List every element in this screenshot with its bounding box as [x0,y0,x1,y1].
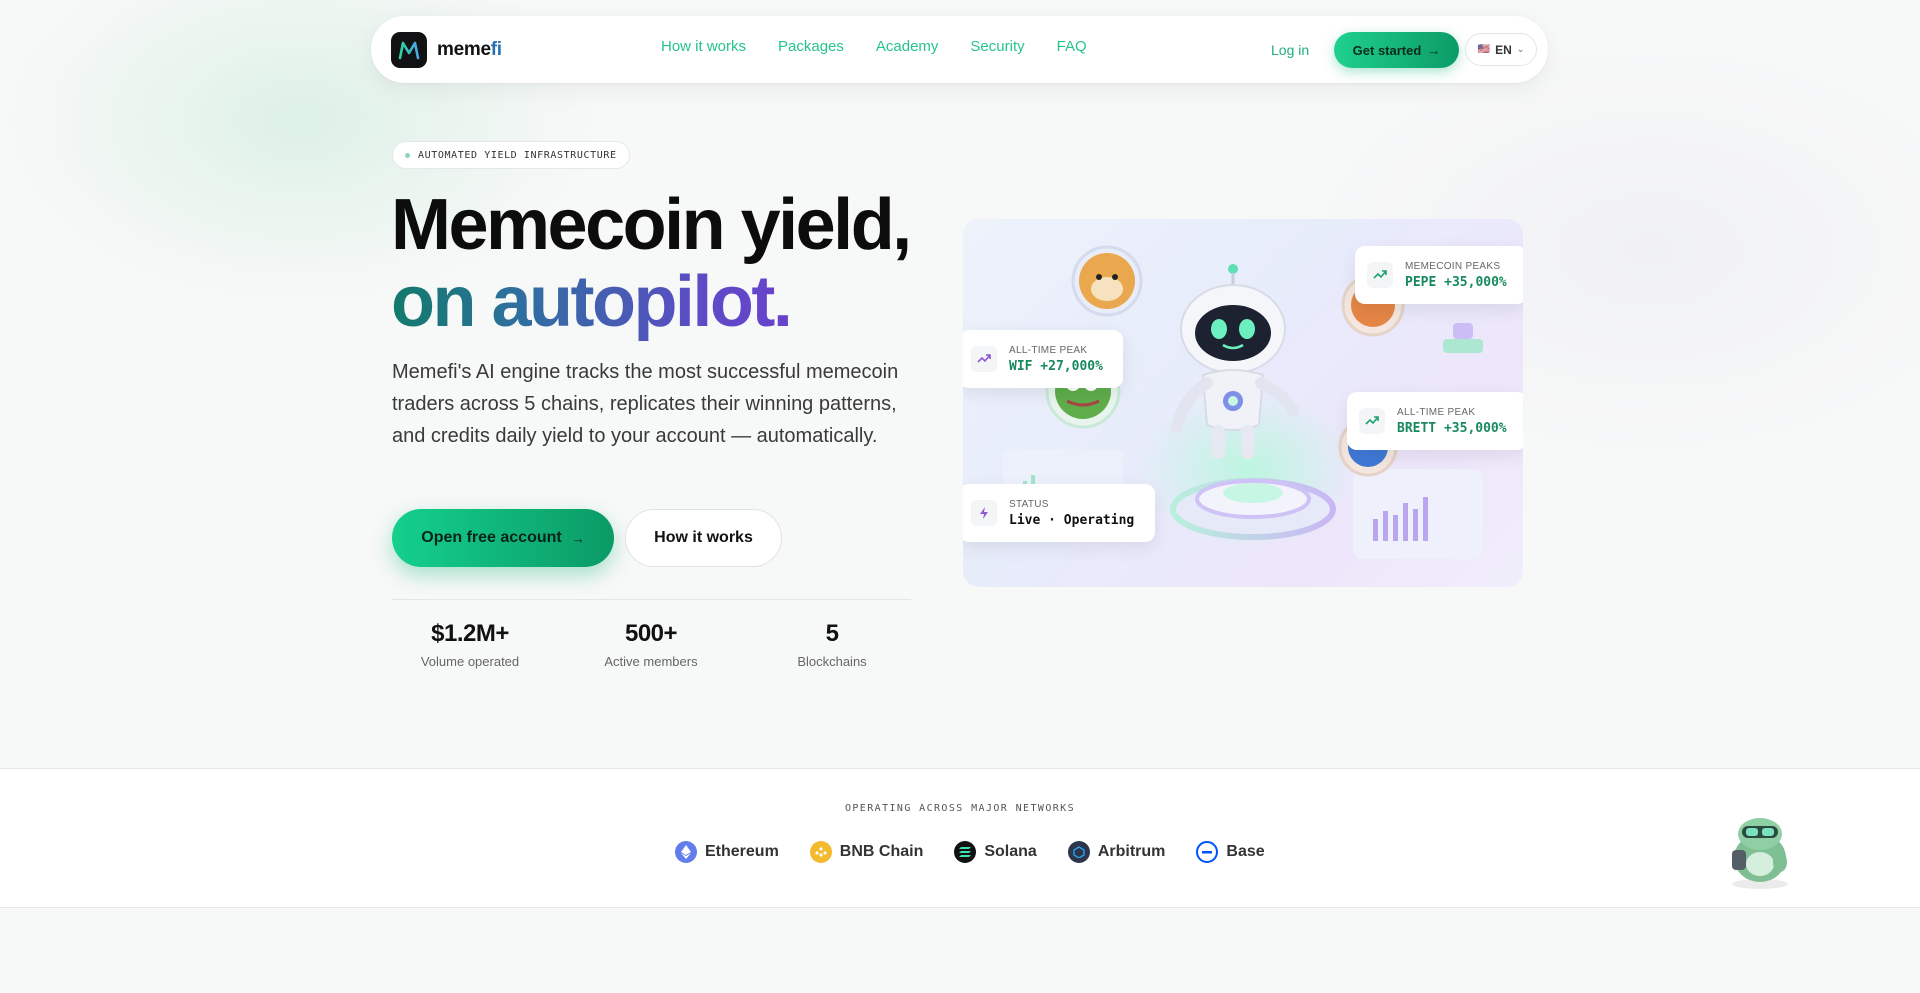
status-card: STATUS Live · Operating [963,484,1155,542]
arbitrum-icon [1067,841,1090,863]
stat-value: $1.2M+ [431,620,509,647]
language-code: EN [1495,42,1512,57]
solana-icon [954,841,977,863]
card-value: PEPE +35,000% [1405,274,1507,290]
stat-label: Volume operated [420,654,520,669]
bolt-icon [971,500,997,526]
network-name: Base [1226,843,1265,860]
get-started-label: Get started [1352,42,1422,58]
hero-title-line2: on autopilot. [391,264,910,341]
card-label: MEMECOIN PEAKS [1405,260,1501,272]
stat-label: Blockchains [797,654,867,669]
mascot-chat-button[interactable] [1718,806,1802,890]
bnb-icon [809,841,832,863]
network-solana: Solana [954,841,1037,863]
nav-link-how-it-works[interactable]: How it works [661,38,746,55]
card-value: Live · Operating [1009,512,1135,528]
open-account-button[interactable]: Open free account → [392,509,614,567]
trend-up-icon [1359,408,1385,434]
badge-dot-icon [405,152,410,158]
hero-badge-label: AUTOMATED YIELD INFRASTRUCTURE [418,149,617,161]
trend-up-icon [1367,262,1393,288]
stats-divider [392,599,911,600]
stat-blockchains: 5 Blockchains [752,620,912,669]
stat-volume: $1.2M+ Volume operated [390,620,550,669]
nav-link-security[interactable]: Security [970,38,1024,55]
pepe-peak-card: MEMECOIN PEAKS PEPE +35,000% [1355,246,1523,304]
trend-up-icon [971,346,997,372]
top-navbar: memefi How it works Packages Academy Sec… [371,16,1548,83]
network-name: Solana [984,843,1037,860]
network-bnb-chain: BNB Chain [809,841,924,863]
login-link[interactable]: Log in [1271,42,1309,58]
network-name: Ethereum [705,843,779,860]
flag-icon: 🇺🇸 [1477,44,1491,55]
brand-name-part2: fi [490,39,502,60]
card-value: BRETT +35,000% [1397,420,1507,436]
card-label: ALL-TIME PEAK [1397,406,1476,418]
card-label: STATUS [1009,498,1049,510]
hero-illustration: MEMECOIN PEAKS PEPE +35,000% ALL-TIME PE… [963,219,1523,587]
get-started-button[interactable]: Get started → [1334,32,1459,68]
logo-mark-icon [391,32,427,68]
stat-label: Active members [604,654,698,669]
hero-description: Memefi's AI engine tracks the most succe… [392,361,899,447]
hero-title: Memecoin yield, on autopilot. [391,185,912,341]
base-icon [1196,841,1219,863]
main-nav: How it works Packages Academy Security F… [661,38,1119,55]
networks-title: OPERATING ACROSS MAJOR NETWORKS [844,803,1076,814]
nav-link-packages[interactable]: Packages [778,38,844,55]
stat-value: 5 [825,620,839,647]
nav-link-faq[interactable]: FAQ [1057,38,1087,55]
brand-name-part1: meme [437,39,491,60]
stat-value: 500+ [624,620,678,647]
networks-section: OPERATING ACROSS MAJOR NETWORKS Ethereum… [0,768,1920,908]
network-base: Base [1196,841,1265,863]
language-selector[interactable]: 🇺🇸 EN ⌄ [1465,33,1537,66]
how-it-works-button[interactable]: How it works [625,509,782,567]
brett-peak-card: ALL-TIME PEAK BRETT +35,000% [1347,392,1523,450]
network-arbitrum: Arbitrum [1067,841,1166,863]
chevron-down-icon: ⌄ [1516,44,1525,54]
brand-logo[interactable]: memefi [391,32,502,68]
network-name: BNB Chain [839,843,924,860]
stat-members: 500+ Active members [571,620,731,669]
card-value: WIF +27,000% [1009,358,1103,374]
hero-badge: AUTOMATED YIELD INFRASTRUCTURE [392,141,630,169]
ethereum-icon [675,841,697,863]
nav-link-academy[interactable]: Academy [876,38,939,55]
network-ethereum: Ethereum [675,841,779,863]
brand-name: memefi [437,39,502,61]
wif-peak-card: ALL-TIME PEAK WIF +27,000% [963,330,1123,388]
card-label: ALL-TIME PEAK [1009,344,1088,356]
hero-title-line1: Memecoin yield, [391,185,912,265]
arrow-right-icon: → [571,530,585,546]
network-name: Arbitrum [1097,843,1166,860]
arrow-right-icon: → [1427,42,1441,58]
background-glow [0,0,1920,768]
networks-list: Ethereum BNB Chain Solana Arbitrum Base [675,841,1296,863]
open-account-label: Open free account [421,529,562,546]
